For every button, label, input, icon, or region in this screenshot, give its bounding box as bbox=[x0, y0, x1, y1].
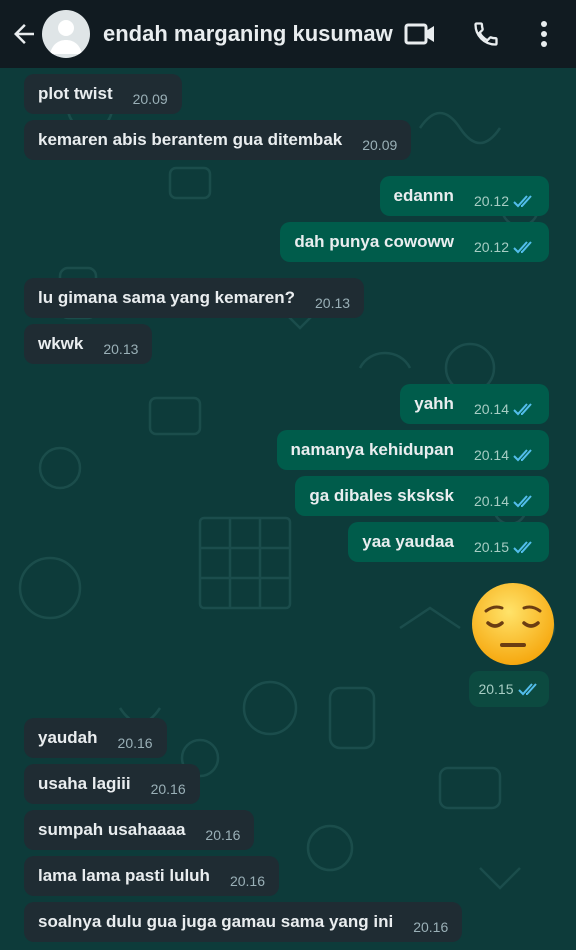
message-text: lama lama pasti luluh bbox=[38, 866, 210, 885]
message-incoming[interactable]: lu gimana sama yang kemaren? 20.13 bbox=[24, 278, 365, 318]
message-time: 20.09 bbox=[132, 91, 168, 107]
video-call-button[interactable] bbox=[400, 14, 440, 54]
message-text: wkwk bbox=[38, 334, 84, 353]
voice-call-button[interactable] bbox=[466, 14, 506, 54]
message-outgoing[interactable]: ga dibales sksksk 20.14 bbox=[295, 476, 549, 516]
read-ticks-icon bbox=[513, 448, 532, 461]
message-incoming[interactable]: yaudah 20.16 bbox=[24, 718, 167, 758]
message-text: yaudah bbox=[38, 728, 98, 747]
phone-icon bbox=[474, 22, 498, 46]
contact-name[interactable]: endah marganing kusumaw... bbox=[103, 21, 393, 47]
message-incoming[interactable]: sumpah usahaaaa 20.16 bbox=[24, 810, 255, 850]
read-ticks-icon bbox=[513, 494, 532, 507]
chat-header: endah marganing kusumaw... bbox=[0, 0, 576, 68]
message-text: ga dibales sksksk bbox=[309, 486, 454, 505]
message-time: 20.13 bbox=[315, 295, 351, 311]
pensive-face-emoji[interactable] bbox=[470, 581, 556, 667]
message-outgoing[interactable]: yahh 20.14 bbox=[400, 384, 549, 424]
message-time: 20.14 bbox=[473, 401, 509, 417]
message-outgoing[interactable]: yaa yaudaa 20.15 bbox=[348, 522, 549, 562]
message-time: 20.14 bbox=[473, 493, 509, 509]
sticker-timestamp: 20.15 bbox=[469, 671, 549, 707]
video-call-icon bbox=[404, 23, 434, 45]
read-ticks-icon bbox=[517, 683, 537, 696]
message-text: namanya kehidupan bbox=[290, 440, 454, 459]
chat-area[interactable]: plot twist 20.09 kemaren abis berantem g… bbox=[0, 68, 576, 950]
message-text: dah punya cowoww bbox=[294, 232, 454, 251]
message-incoming[interactable]: plot twist 20.09 bbox=[24, 74, 182, 114]
message-time: 20.16 bbox=[117, 735, 153, 751]
read-ticks-icon bbox=[513, 240, 532, 253]
avatar[interactable] bbox=[42, 10, 90, 58]
message-text: plot twist bbox=[38, 84, 113, 103]
more-options-button[interactable] bbox=[524, 14, 564, 54]
message-time: 20.15 bbox=[473, 539, 509, 555]
message-incoming[interactable]: kemaren abis berantem gua ditembak 20.09 bbox=[24, 120, 412, 160]
back-arrow-icon bbox=[14, 24, 34, 44]
message-time: 20.09 bbox=[362, 137, 398, 153]
read-ticks-icon bbox=[513, 194, 532, 207]
message-outgoing[interactable]: dah punya cowoww 20.12 bbox=[280, 222, 549, 262]
message-text: edannn bbox=[393, 186, 454, 205]
read-ticks-icon bbox=[513, 540, 532, 553]
message-text: yahh bbox=[414, 394, 454, 413]
message-incoming[interactable]: lama lama pasti luluh 20.16 bbox=[24, 856, 279, 896]
message-time: 20.12 bbox=[473, 239, 509, 255]
message-incoming[interactable]: wkwk 20.13 bbox=[24, 324, 153, 364]
message-time: 20.13 bbox=[103, 341, 139, 357]
message-outgoing[interactable]: namanya kehidupan 20.14 bbox=[276, 430, 549, 470]
more-options-icon bbox=[541, 21, 547, 47]
message-time: 20.15 bbox=[478, 681, 514, 697]
message-time: 20.16 bbox=[205, 827, 241, 843]
message-text: lu gimana sama yang kemaren? bbox=[38, 288, 295, 307]
message-time: 20.12 bbox=[473, 193, 509, 209]
read-ticks-icon bbox=[513, 402, 532, 415]
message-incoming[interactable]: usaha lagiii 20.16 bbox=[24, 764, 200, 804]
message-time: 20.16 bbox=[150, 781, 186, 797]
back-button[interactable] bbox=[4, 0, 44, 68]
message-time: 20.16 bbox=[413, 919, 449, 935]
message-time: 20.16 bbox=[229, 873, 265, 889]
message-outgoing[interactable]: edannn 20.12 bbox=[379, 176, 549, 216]
message-text: soalnya dulu gua juga gamau sama yang in… bbox=[38, 912, 394, 931]
message-time: 20.14 bbox=[473, 447, 509, 463]
message-text: kemaren abis berantem gua ditembak bbox=[38, 130, 343, 149]
message-text: yaa yaudaa bbox=[362, 532, 454, 551]
message-text: usaha lagiii bbox=[38, 774, 131, 793]
message-text: sumpah usahaaaa bbox=[38, 820, 186, 839]
message-incoming[interactable]: soalnya dulu gua juga gamau sama yang in… bbox=[24, 902, 463, 942]
